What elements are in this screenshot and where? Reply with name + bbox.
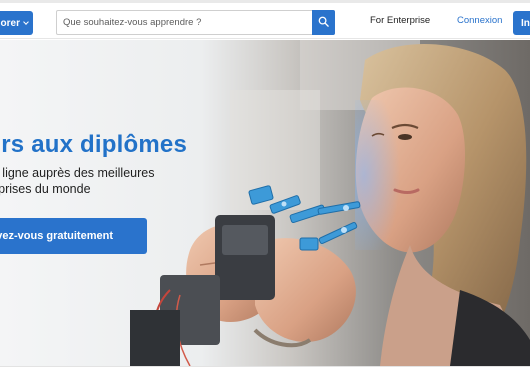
hero-title: cours aux diplômes — [0, 131, 187, 158]
search-input[interactable] — [57, 11, 312, 34]
explore-label: plorer — [0, 17, 20, 29]
signup-free-label: ivez-vous gratuitement — [0, 230, 113, 242]
hero-banner: cours aux diplômes 100 % en ligne auprès… — [0, 40, 530, 366]
hero-subtitle-line-2: s et entreprises du monde — [0, 181, 91, 196]
site-header: plorer For Enterprise Connexion Ins — [0, 3, 530, 39]
hero-photo — [0, 40, 530, 366]
search-box — [56, 10, 335, 35]
search-icon — [318, 14, 329, 32]
page-bottom-edge — [0, 366, 530, 370]
for-enterprise-link[interactable]: For Enterprise — [370, 15, 430, 26]
hero-subtitle: 100 % en ligne auprès des meilleures s e… — [0, 166, 266, 197]
login-link[interactable]: Connexion — [457, 15, 502, 26]
explore-button[interactable]: plorer — [0, 11, 33, 35]
hero-subtitle-line-1: 100 % en ligne auprès des meilleures — [0, 166, 155, 180]
join-button[interactable]: Ins — [513, 11, 530, 35]
chevron-down-icon — [23, 18, 29, 25]
search-button[interactable] — [312, 10, 335, 35]
join-label: Ins — [521, 17, 530, 29]
signup-free-button[interactable]: ivez-vous gratuitement — [0, 218, 147, 254]
